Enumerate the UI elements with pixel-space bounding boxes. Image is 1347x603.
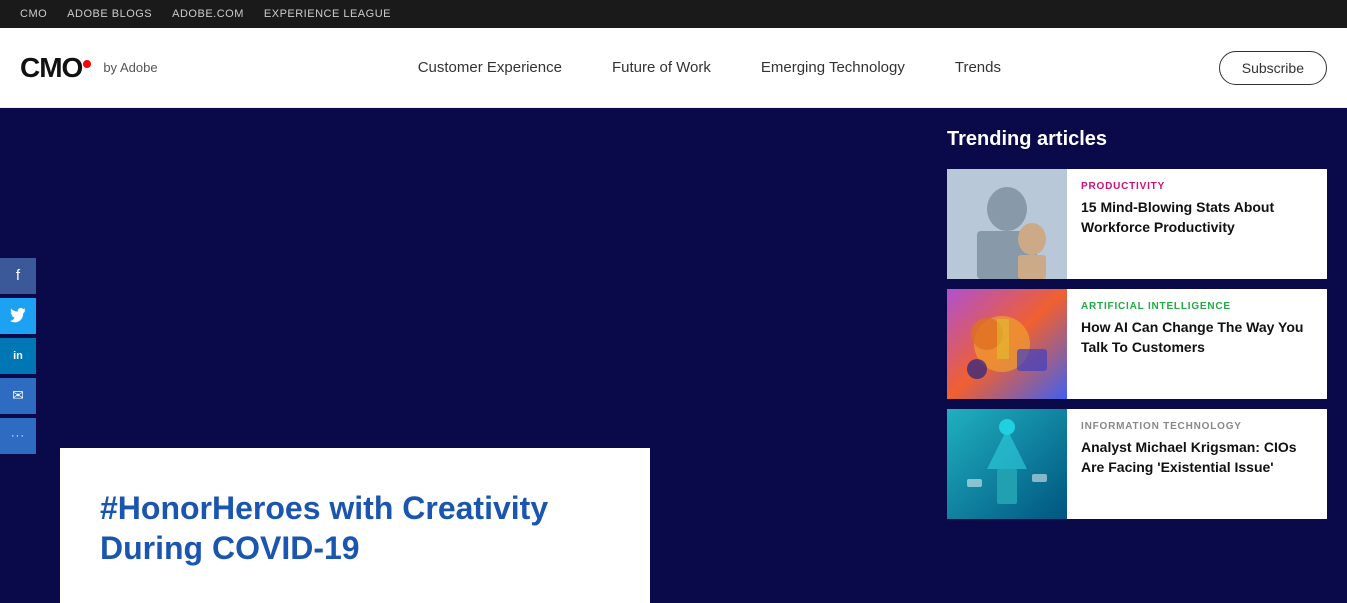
topbar-adobe-com[interactable]: ADOBE.COM	[172, 8, 244, 20]
article-info-3: INFORMATION TECHNOLOGY Analyst Michael K…	[1067, 409, 1327, 519]
article-thumb-1	[947, 169, 1067, 279]
nav-customer-experience[interactable]: Customer Experience	[418, 59, 562, 76]
article-category-3: INFORMATION TECHNOLOGY	[1081, 421, 1313, 432]
social-sidebar: f in ✉ ···	[0, 248, 36, 464]
trending-article-1[interactable]: PRODUCTIVITY 15 Mind-Blowing Stats About…	[947, 169, 1327, 279]
article-heading-1: 15 Mind-Blowing Stats About Workforce Pr…	[1081, 198, 1313, 237]
article-category-1: PRODUCTIVITY	[1081, 181, 1313, 192]
subscribe-button[interactable]: Subscribe	[1219, 51, 1327, 85]
article-thumb-2	[947, 289, 1067, 399]
article-heading-3: Analyst Michael Krigsman: CIOs Are Facin…	[1081, 438, 1313, 477]
twitter-share-button[interactable]	[0, 298, 36, 334]
email-share-button[interactable]: ✉	[0, 378, 36, 414]
top-bar: CMO ADOBE BLOGS ADOBE.COM EXPERIENCE LEA…	[0, 0, 1347, 28]
topbar-cmo[interactable]: CMO	[20, 8, 47, 20]
nav-emerging-technology[interactable]: Emerging Technology	[761, 59, 905, 76]
article-category-2: ARTIFICIAL INTELLIGENCE	[1081, 301, 1313, 312]
hero-content: #HonorHeroes with Creativity During COVI…	[0, 108, 927, 603]
nav-trends[interactable]: Trends	[955, 59, 1001, 76]
trending-article-2[interactable]: ARTIFICIAL INTELLIGENCE How AI Can Chang…	[947, 289, 1327, 399]
article-info-2: ARTIFICIAL INTELLIGENCE How AI Can Chang…	[1067, 289, 1327, 399]
trending-title: Trending articles	[947, 128, 1327, 151]
main-header: CMO by Adobe Customer Experience Future …	[0, 28, 1347, 108]
logo-by: by Adobe	[103, 60, 157, 75]
article-thumb-3	[947, 409, 1067, 519]
logo-area[interactable]: CMO by Adobe	[20, 52, 200, 84]
trending-sidebar: Trending articles PRODUCTIVITY 15 Mind-B…	[927, 108, 1347, 603]
facebook-share-button[interactable]: f	[0, 258, 36, 294]
linkedin-share-button[interactable]: in	[0, 338, 36, 374]
main-nav: Customer Experience Future of Work Emerg…	[200, 59, 1219, 76]
article-info-1: PRODUCTIVITY 15 Mind-Blowing Stats About…	[1067, 169, 1327, 279]
article-heading-2: How AI Can Change The Way You Talk To Cu…	[1081, 318, 1313, 357]
nav-future-of-work[interactable]: Future of Work	[612, 59, 711, 76]
more-share-button[interactable]: ···	[0, 418, 36, 454]
trending-article-3[interactable]: INFORMATION TECHNOLOGY Analyst Michael K…	[947, 409, 1327, 519]
topbar-adobe-blogs[interactable]: ADOBE BLOGS	[67, 8, 152, 20]
hero-area: f in ✉ ··· #HonorHeroes with Creativity …	[0, 108, 1347, 603]
main-article-card: #HonorHeroes with Creativity During COVI…	[60, 448, 650, 603]
logo-cmo: CMO	[20, 52, 91, 84]
topbar-experience-league[interactable]: EXPERIENCE LEAGUE	[264, 8, 391, 20]
main-article-title[interactable]: #HonorHeroes with Creativity During COVI…	[100, 488, 610, 568]
logo-dot	[83, 60, 91, 68]
